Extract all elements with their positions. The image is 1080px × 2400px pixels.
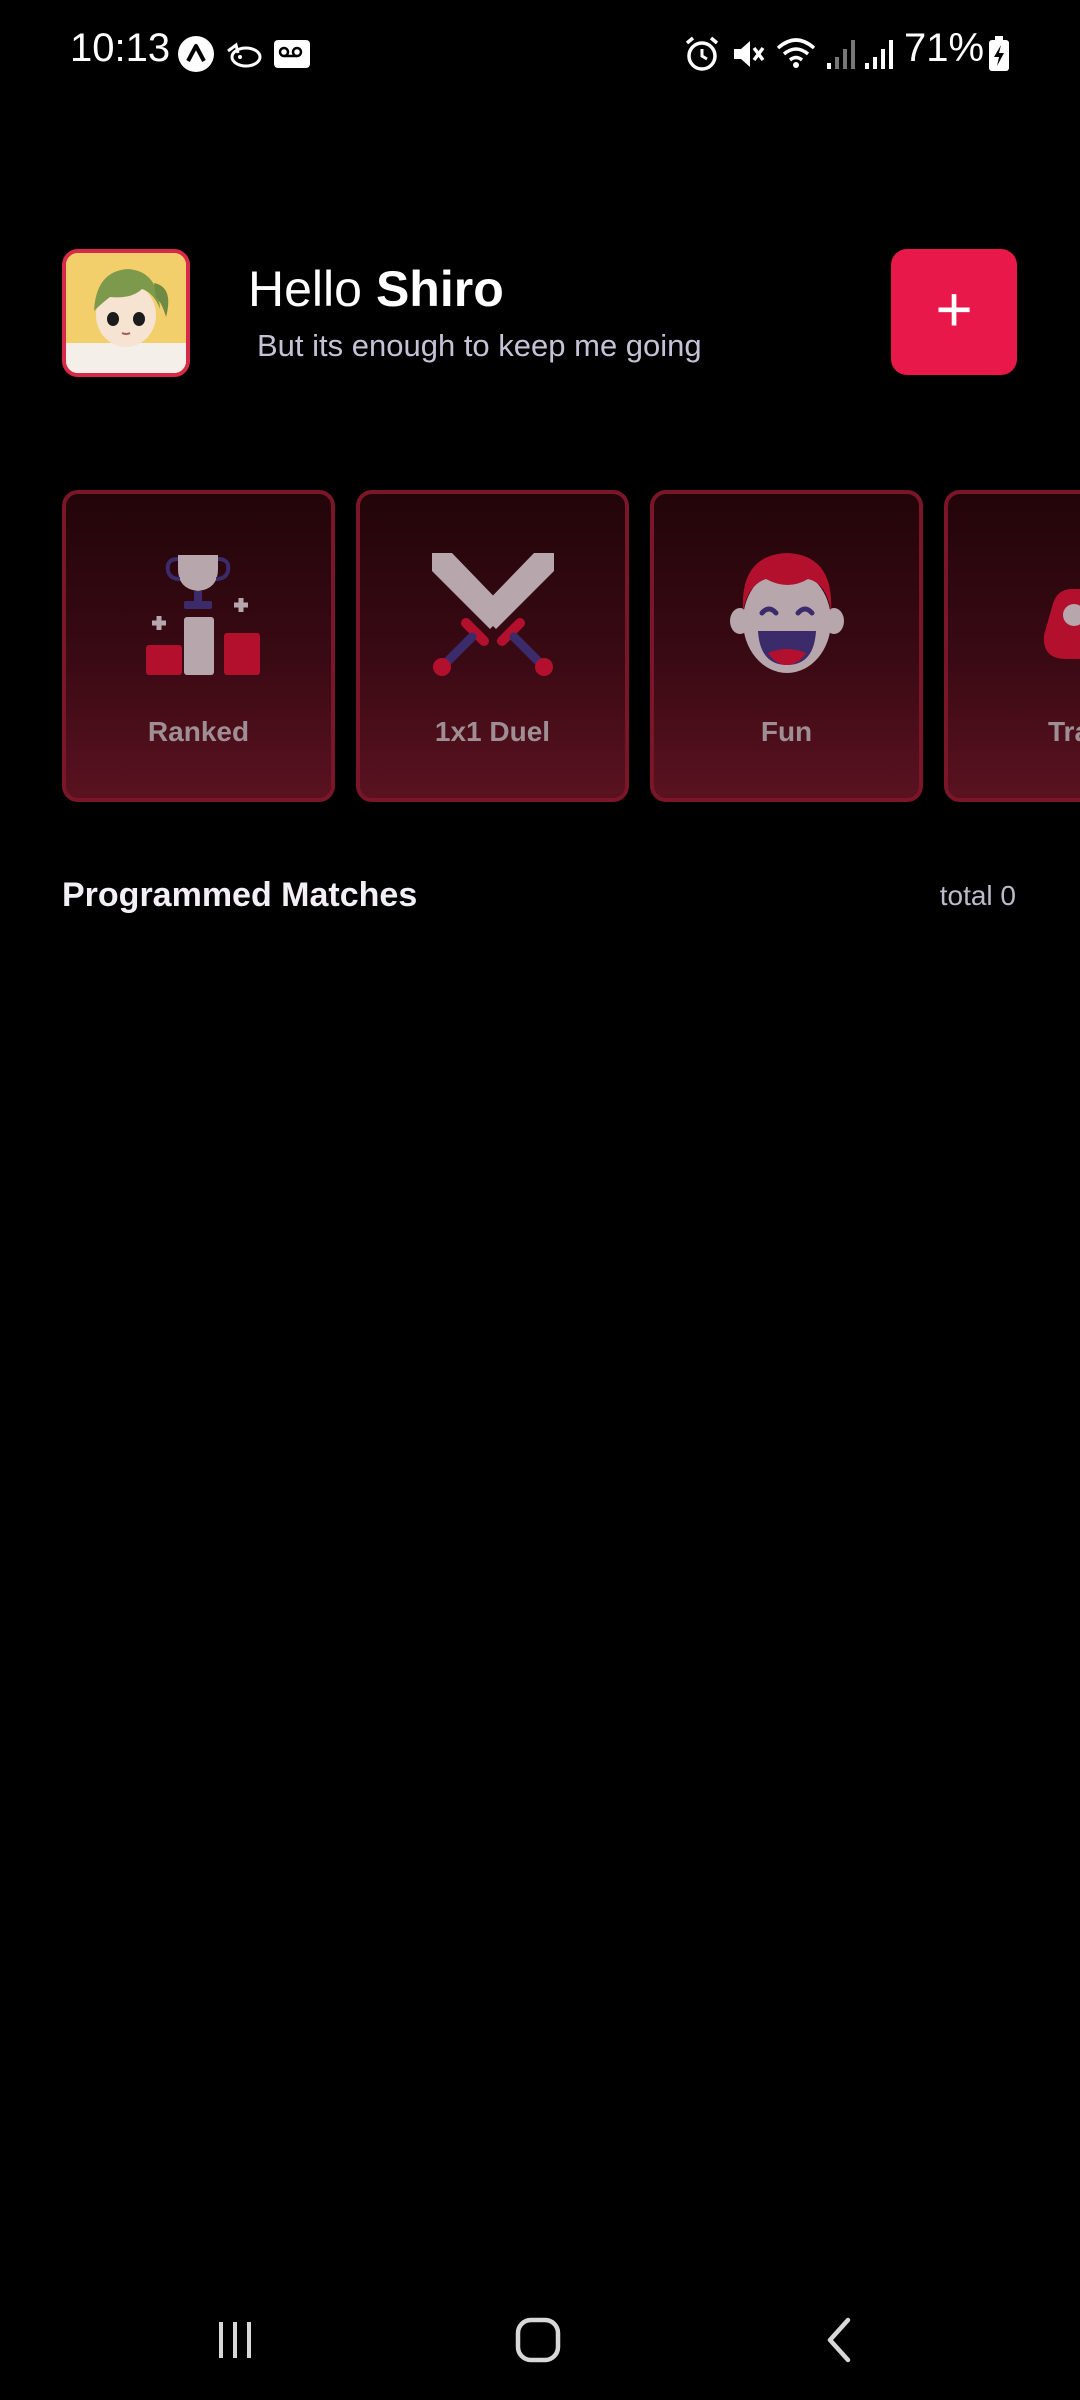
home-button[interactable] — [458, 2280, 618, 2400]
laughing-face-icon — [654, 544, 919, 684]
avatar-image — [66, 253, 186, 373]
wifi-icon — [774, 34, 818, 74]
mode-card-training[interactable]: Tra — [944, 490, 1080, 802]
app-a-icon — [176, 34, 216, 74]
voicemail-icon — [272, 34, 312, 74]
back-icon — [827, 2317, 851, 2363]
signal-icon — [862, 34, 898, 74]
battery-percent: 71% — [904, 26, 985, 70]
battery-charging-icon — [986, 34, 1012, 74]
podium-trophy-icon — [66, 544, 331, 684]
status-time: 10:13 — [70, 26, 171, 70]
back-button[interactable] — [760, 2280, 920, 2400]
add-button[interactable]: + — [891, 249, 1017, 375]
mode-label: Ranked — [147, 716, 250, 747]
home-icon — [515, 2317, 561, 2363]
username: Shiro — [375, 261, 504, 317]
programmed-matches-title: Programmed Matches — [62, 876, 418, 914]
mode-label: 1x1 Duel — [434, 716, 551, 747]
greeting-hello: Hello — [248, 261, 362, 317]
gamepad-icon — [948, 544, 1080, 684]
recent-apps-icon — [219, 2322, 251, 2358]
mode-card-1x1-duel[interactable]: 1x1 Duel — [356, 490, 629, 802]
user-status-text: But its enough to keep me going — [257, 328, 702, 363]
app-screen: 10:13 71% Hello Shiro But its enough to … — [0, 0, 1080, 2400]
signal-icon — [824, 34, 860, 74]
cat-icon — [224, 34, 264, 74]
matches-total: total 0 — [939, 880, 1016, 911]
mute-icon — [728, 34, 768, 74]
mode-label: Tra — [1048, 716, 1080, 747]
status-bar: 10:13 71% — [0, 0, 1080, 110]
avatar[interactable] — [62, 249, 190, 377]
mode-card-ranked[interactable]: Ranked — [62, 490, 335, 802]
mode-card-fun[interactable]: Fun — [650, 490, 923, 802]
greeting: Hello Shiro — [248, 260, 504, 318]
plus-icon: + — [935, 273, 973, 345]
crossed-swords-icon — [360, 544, 625, 684]
navigation-bar — [0, 2280, 1080, 2400]
mode-label: Fun — [760, 716, 813, 747]
recent-apps-button[interactable] — [155, 2280, 315, 2400]
alarm-icon — [682, 34, 722, 74]
